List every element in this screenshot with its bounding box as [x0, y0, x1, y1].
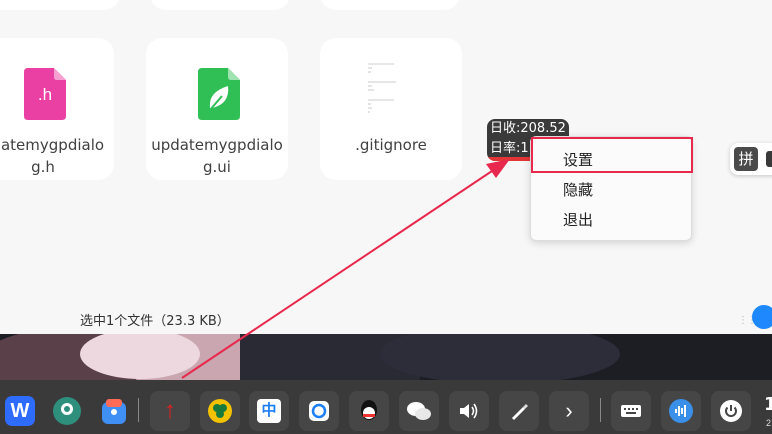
ime-toolbar[interactable]: 拼 [730, 143, 772, 175]
taskbar-separator [600, 398, 601, 422]
taskbar-separator [138, 398, 139, 422]
file-card-partial[interactable] [0, 0, 120, 10]
file-name: updatemygpdialo g.ui [151, 136, 283, 176]
wechat-icon[interactable] [399, 391, 439, 431]
clock-time[interactable]: 1 [764, 394, 772, 415]
clover-app-icon[interactable] [200, 391, 240, 431]
up-arrow-app-icon[interactable]: ↑ [150, 391, 190, 431]
file-item[interactable]: .gitignore [320, 38, 462, 180]
file-item[interactable]: updatemygpdialo g.ui [146, 38, 288, 180]
app-store-icon[interactable] [94, 391, 134, 431]
file-name: pdatemygpdialo g.h [0, 136, 105, 176]
volume-icon[interactable] [449, 391, 489, 431]
ime-pinyin-icon[interactable]: 拼 [734, 147, 758, 171]
ime-extra-icon[interactable] [766, 151, 772, 167]
file-card-partial[interactable] [150, 0, 290, 10]
gitkraken-icon[interactable] [47, 391, 87, 431]
menu-item-exit[interactable]: 退出 [563, 209, 593, 230]
chevron-right-icon[interactable]: › [549, 391, 589, 431]
icon-label: .h [37, 85, 53, 104]
power-icon[interactable] [711, 391, 751, 431]
wps-writer-icon[interactable]: W [0, 391, 40, 431]
keyboard-icon[interactable] [611, 391, 651, 431]
file-name: .gitignore [355, 136, 427, 154]
qq-icon[interactable] [349, 391, 389, 431]
ui-file-icon [198, 68, 240, 125]
voice-assistant-icon[interactable] [661, 391, 701, 431]
clock-date: 2 [766, 418, 772, 428]
scroll-handle[interactable] [752, 305, 772, 329]
text-file-icon [366, 60, 416, 129]
menu-item-hide[interactable]: 隐藏 [563, 179, 593, 200]
header-file-icon: .h [24, 68, 66, 125]
highlight-box [531, 137, 693, 173]
selection-status: 选中1个文件（23.3 KB） [80, 314, 230, 329]
screenshot-icon[interactable] [299, 391, 339, 431]
file-item[interactable]: .h pdatemygpdialo g.h [0, 38, 114, 180]
file-card-partial[interactable] [320, 0, 460, 10]
chinese-input-icon[interactable]: 中 [249, 391, 289, 431]
pen-tool-icon[interactable] [499, 391, 539, 431]
